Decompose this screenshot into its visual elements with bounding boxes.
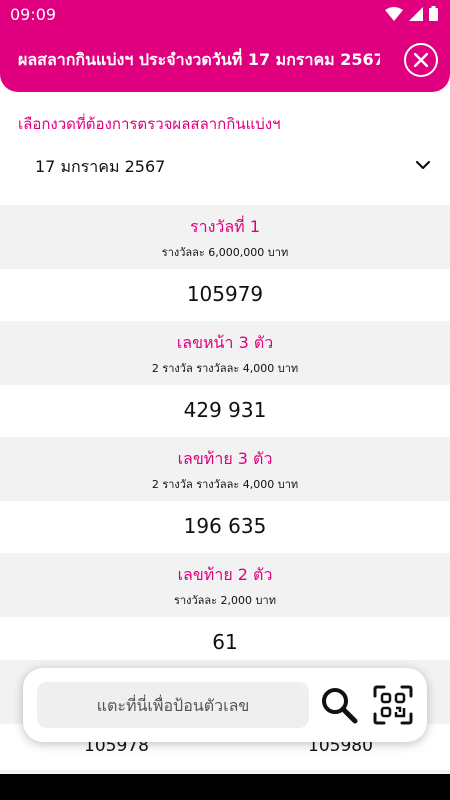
signal-icon [409, 6, 423, 21]
prize-desc: รางวัลละ 2,000 บาท [174, 594, 276, 607]
prize-title: เลขท้าย 3 ตัว [177, 449, 273, 468]
search-button[interactable] [319, 685, 359, 725]
prize-list: รางวัลที่ 1 รางวัลละ 6,000,000 บาท 10597… [0, 205, 450, 669]
prize-title: รางวัลที่ 1 [190, 217, 260, 236]
system-nav-bar [0, 774, 450, 800]
prize-numbers: 196 635 [0, 501, 450, 553]
draw-date-value: 17 มกราคม 2567 [35, 157, 166, 176]
draw-select-label: เลือกงวดที่ต้องการตรวจผลสลากกินแบ่งฯ [18, 115, 281, 133]
search-card [23, 668, 427, 742]
prize-block-first: รางวัลที่ 1 รางวัลละ 6,000,000 บาท 10597… [0, 205, 450, 321]
app-header: ผลสลากกินแบ่งฯ ประจำงวดวันที่ 17 มกราคม … [0, 28, 450, 92]
prize-header: เลขหน้า 3 ตัว 2 รางวัล รางวัลละ 4,000 บา… [0, 321, 450, 385]
prize-title: เลขหน้า 3 ตัว [176, 333, 274, 352]
close-button[interactable] [404, 43, 438, 77]
status-bar: 09:09 [0, 0, 450, 28]
status-icons [385, 6, 438, 21]
wifi-icon [385, 6, 403, 21]
prize-desc: รางวัลละ 6,000,000 บาท [161, 246, 289, 259]
page-title: ผลสลากกินแบ่งฯ ประจำงวดวันที่ 17 มกราคม … [18, 50, 380, 69]
prize-block-last3: เลขท้าย 3 ตัว 2 รางวัล รางวัลละ 4,000 บา… [0, 437, 450, 553]
battery-icon [429, 6, 438, 21]
prize-header: รางวัลที่ 1 รางวัลละ 6,000,000 บาท [0, 205, 450, 269]
prize-header: เลขท้าย 2 ตัว รางวัลละ 2,000 บาท [0, 553, 450, 617]
number-search-input[interactable] [37, 682, 309, 728]
prize-numbers: 429 931 [0, 385, 450, 437]
prize-block-last2: เลขท้าย 2 ตัว รางวัลละ 2,000 บาท 61 [0, 553, 450, 669]
qr-scan-icon [373, 685, 413, 725]
draw-date-select[interactable]: 17 มกราคม 2567 [18, 148, 436, 184]
prize-desc: 2 รางวัล รางวัลละ 4,000 บาท [151, 478, 299, 491]
close-icon [414, 53, 428, 67]
chevron-down-icon [415, 160, 431, 170]
prize-title: เลขท้าย 2 ตัว [177, 565, 273, 584]
prize-numbers: 105979 [0, 269, 450, 321]
status-time: 09:09 [10, 5, 57, 24]
qr-scan-button[interactable] [373, 685, 413, 725]
prize-block-front3: เลขหน้า 3 ตัว 2 รางวัล รางวัลละ 4,000 บา… [0, 321, 450, 437]
prize-header: เลขท้าย 3 ตัว 2 รางวัล รางวัลละ 4,000 บา… [0, 437, 450, 501]
prize-desc: 2 รางวัล รางวัลละ 4,000 บาท [151, 362, 299, 375]
search-icon [322, 688, 358, 724]
